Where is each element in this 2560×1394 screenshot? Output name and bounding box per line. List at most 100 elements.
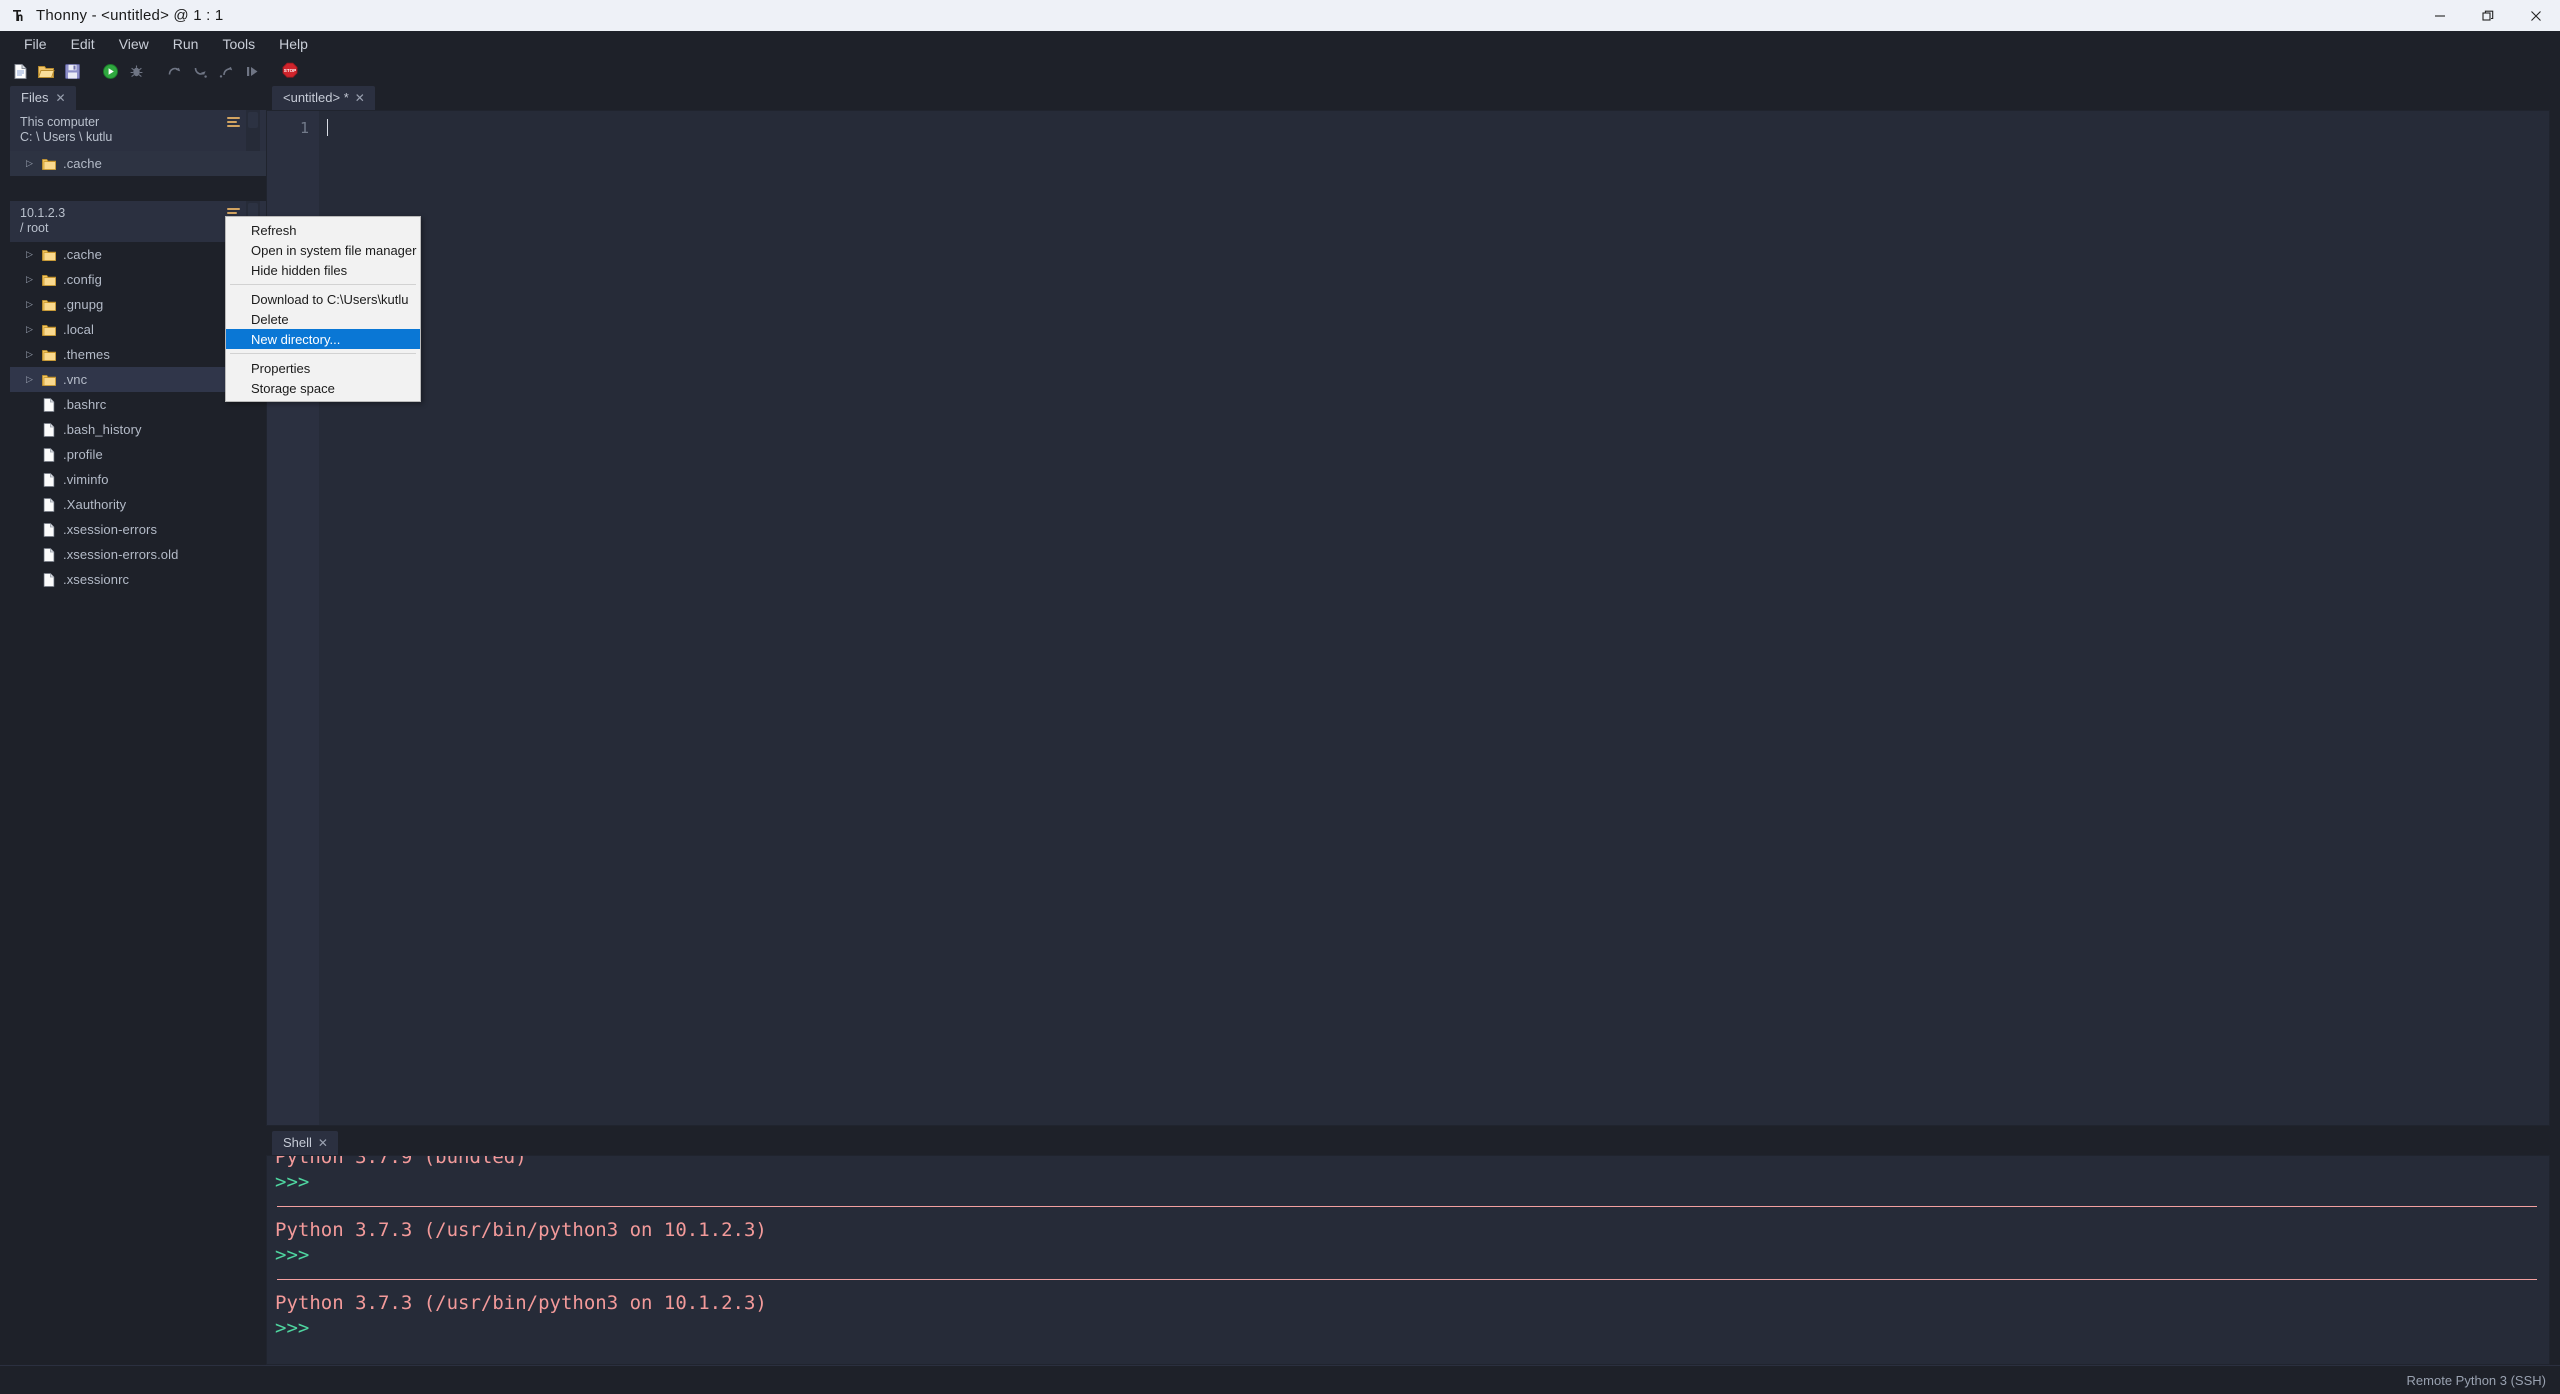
- folder-icon: [41, 322, 57, 338]
- folder-icon: [41, 247, 57, 263]
- menu-view[interactable]: View: [107, 34, 161, 54]
- menu-file[interactable]: File: [12, 34, 59, 54]
- code-editor[interactable]: 1: [266, 110, 2550, 1126]
- list-item[interactable]: ▷.bash_history: [10, 417, 266, 442]
- context-menu-item[interactable]: Properties: [226, 358, 420, 378]
- list-item-label: .viminfo: [63, 472, 109, 487]
- shell-version-line: Python 3.7.3 (/usr/bin/python3 on 10.1.2…: [275, 1219, 767, 1241]
- chevron-right-icon[interactable]: ▷: [24, 158, 35, 169]
- tab-files[interactable]: Files ✕: [10, 86, 76, 110]
- context-menu-item[interactable]: Delete: [226, 309, 420, 329]
- context-menu-item[interactable]: Hide hidden files: [226, 260, 420, 280]
- stop-icon[interactable]: STOP: [278, 59, 302, 83]
- new-file-icon[interactable]: [8, 59, 32, 83]
- chevron-right-icon[interactable]: ▷: [24, 249, 35, 260]
- hamburger-icon[interactable]: [227, 117, 240, 127]
- shell-prompt: >>>: [275, 1317, 310, 1339]
- files-tab-row: Files ✕: [0, 85, 266, 110]
- file-icon: [41, 447, 57, 463]
- chevron-right-icon[interactable]: ▷: [24, 374, 35, 385]
- step-over-icon[interactable]: [162, 59, 186, 83]
- open-file-icon[interactable]: [34, 59, 58, 83]
- debug-icon[interactable]: [124, 59, 148, 83]
- step-out-icon[interactable]: [214, 59, 238, 83]
- file-icon: [41, 522, 57, 538]
- close-button[interactable]: [2512, 0, 2560, 31]
- tab-shell-label: Shell: [283, 1135, 312, 1150]
- pane-divider[interactable]: [10, 187, 266, 201]
- resume-icon[interactable]: [240, 59, 264, 83]
- chevron-right-icon[interactable]: ▷: [24, 324, 35, 335]
- svg-text:STOP: STOP: [284, 68, 296, 73]
- chevron-right-icon[interactable]: ▷: [24, 274, 35, 285]
- list-item-label: .Xauthority: [63, 497, 127, 512]
- shell-tab-row: Shell ✕: [266, 1130, 2550, 1155]
- list-item-label: .config: [63, 272, 103, 287]
- run-icon[interactable]: [98, 59, 122, 83]
- menu-help[interactable]: Help: [267, 34, 320, 54]
- list-item[interactable]: ▷.xsession-errors: [10, 517, 266, 542]
- restore-button[interactable]: [2464, 0, 2512, 31]
- list-item-label: .profile: [63, 447, 103, 462]
- list-item[interactable]: ▷ .cache: [10, 151, 266, 176]
- list-item[interactable]: ▷.viminfo: [10, 467, 266, 492]
- tab-untitled-label: <untitled> *: [283, 90, 349, 105]
- context-menu-item[interactable]: Refresh: [226, 220, 420, 240]
- list-item[interactable]: ▷.Xauthority: [10, 492, 266, 517]
- tab-shell[interactable]: Shell ✕: [272, 1131, 338, 1155]
- shell-separator: [277, 1279, 2537, 1280]
- menu-bar: File Edit View Run Tools Help: [0, 31, 2560, 57]
- tab-untitled[interactable]: <untitled> * ✕: [272, 86, 375, 110]
- file-icon: [41, 397, 57, 413]
- list-item[interactable]: ▷.xsessionrc: [10, 567, 266, 592]
- list-item[interactable]: ▷.profile: [10, 442, 266, 467]
- interpreter-status[interactable]: Remote Python 3 (SSH): [2407, 1373, 2546, 1388]
- step-into-icon[interactable]: [188, 59, 212, 83]
- menu-edit[interactable]: Edit: [59, 34, 107, 54]
- context-menu-item[interactable]: Open in system file manager: [226, 240, 420, 260]
- remote-path: / root: [20, 221, 49, 235]
- editor-tab-row: <untitled> * ✕: [266, 85, 2550, 110]
- local-files-block: This computer C: \ Users \ kutlu ▷ .cach…: [10, 110, 266, 187]
- editor-shell-pane: <untitled> * ✕ 1 Shell ✕ Python 3.7.9 (b…: [266, 85, 2560, 1365]
- folder-icon: [41, 297, 57, 313]
- thonny-window: Thonny - <untitled> @ 1 : 1 File Edit Vi…: [0, 0, 2560, 1394]
- context-menu-item[interactable]: Download to C:\Users\kutlu: [226, 289, 420, 309]
- folder-icon: [41, 347, 57, 363]
- local-path: C: \ Users \ kutlu: [20, 130, 113, 144]
- close-icon[interactable]: ✕: [318, 1137, 328, 1149]
- tab-files-label: Files: [21, 90, 49, 105]
- file-context-menu: Refresh Open in system file manager Hide h…: [225, 216, 421, 402]
- list-item-label: .themes: [63, 347, 110, 362]
- folder-icon: [41, 272, 57, 288]
- context-menu-separator: [230, 284, 416, 285]
- menu-tools[interactable]: Tools: [210, 34, 267, 54]
- context-menu-item[interactable]: New directory...: [226, 329, 420, 349]
- context-menu-item[interactable]: Storage space: [226, 378, 420, 398]
- save-file-icon[interactable]: [60, 59, 84, 83]
- list-item-label: .cache: [63, 247, 102, 262]
- shell-output[interactable]: Python 3.7.9 (bundled) >>> Python 3.7.3 (/…: [266, 1155, 2550, 1365]
- shell-prompt: >>>: [275, 1244, 310, 1266]
- list-item-label: .vnc: [63, 372, 88, 387]
- close-icon[interactable]: ✕: [55, 92, 65, 104]
- tree-empty-area: [10, 592, 266, 1365]
- local-scrollbar[interactable]: [246, 110, 260, 151]
- chevron-right-icon[interactable]: ▷: [24, 299, 35, 310]
- local-title: This computer: [20, 115, 100, 129]
- local-files-header: This computer C: \ Users \ kutlu: [10, 110, 266, 151]
- list-item[interactable]: ▷.xsession-errors.old: [10, 542, 266, 567]
- file-icon: [41, 547, 57, 563]
- shell-version-line: Python 3.7.3 (/usr/bin/python3 on 10.1.2…: [275, 1292, 767, 1314]
- menu-run[interactable]: Run: [161, 34, 211, 54]
- shell-version-line: Python 3.7.9 (bundled): [275, 1155, 527, 1168]
- list-item-label: .bashrc: [63, 397, 107, 412]
- minimize-button[interactable]: [2416, 0, 2464, 31]
- close-icon[interactable]: ✕: [355, 92, 365, 104]
- local-file-tree: ▷ .cache: [10, 151, 266, 187]
- title-bar: Thonny - <untitled> @ 1 : 1: [0, 0, 2560, 31]
- code-text-area[interactable]: [319, 111, 2549, 1125]
- list-item-label: .xsession-errors.old: [63, 547, 179, 562]
- chevron-right-icon[interactable]: ▷: [24, 349, 35, 360]
- list-item-label: .gnupg: [63, 297, 104, 312]
